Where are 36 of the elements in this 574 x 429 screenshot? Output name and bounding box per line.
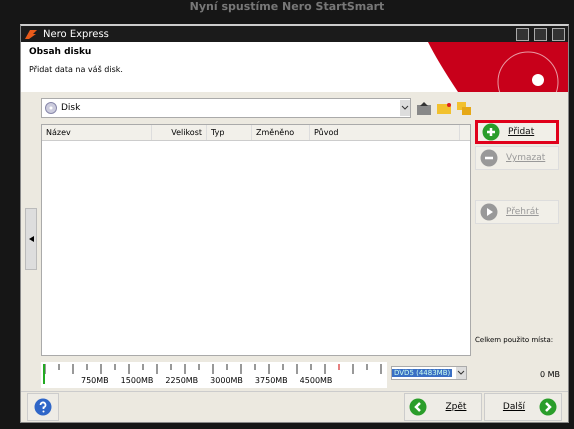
new-folder-icon[interactable] xyxy=(437,102,451,114)
ruler-label: 3750MB xyxy=(254,376,288,385)
ruler-label: 1500MB xyxy=(120,376,154,385)
ruler-label: 3000MB xyxy=(210,376,243,385)
close-icon[interactable] xyxy=(552,28,565,40)
maximize-icon[interactable] xyxy=(534,28,547,40)
play-icon xyxy=(480,203,498,221)
column-header[interactable]: Původ xyxy=(310,125,460,140)
help-button[interactable] xyxy=(27,393,59,421)
ruler-label: 750MB xyxy=(81,376,109,385)
next-button[interactable]: Další xyxy=(484,393,562,421)
disc-icon xyxy=(45,102,57,114)
column-header[interactable]: Velikost xyxy=(152,125,207,140)
header-title: Obsah disku xyxy=(29,47,92,57)
minimize-icon[interactable] xyxy=(516,28,529,40)
collapse-tab[interactable] xyxy=(25,208,37,270)
minus-icon xyxy=(480,149,498,167)
column-header[interactable]: Název xyxy=(42,125,152,140)
header-subtitle: Přidat data na váš disk. xyxy=(29,65,123,74)
plus-icon xyxy=(482,123,500,141)
dropdown-caret-icon xyxy=(400,100,410,116)
dropdown-caret-icon xyxy=(456,367,466,379)
folder-up-icon[interactable] xyxy=(417,102,431,114)
window-title: Nero Express xyxy=(43,28,110,40)
caption-text: Nyní spustíme Nero StartSmart xyxy=(188,0,386,15)
ruler-label: 2250MB xyxy=(165,376,198,385)
flame-logo-icon xyxy=(24,28,38,40)
usage-value: 0 MB xyxy=(538,370,561,379)
column-header[interactable]: Typ xyxy=(207,125,252,140)
side-button[interactable]: Přidat xyxy=(475,120,559,144)
column-header[interactable]: Změněno xyxy=(252,125,310,140)
help-icon xyxy=(34,398,52,416)
ruler-label: 4500MB xyxy=(300,376,332,385)
back-button[interactable]: Zpět xyxy=(404,393,482,421)
left-triangle-icon xyxy=(28,236,34,242)
disk-dropdown[interactable]: Disk xyxy=(41,98,411,118)
